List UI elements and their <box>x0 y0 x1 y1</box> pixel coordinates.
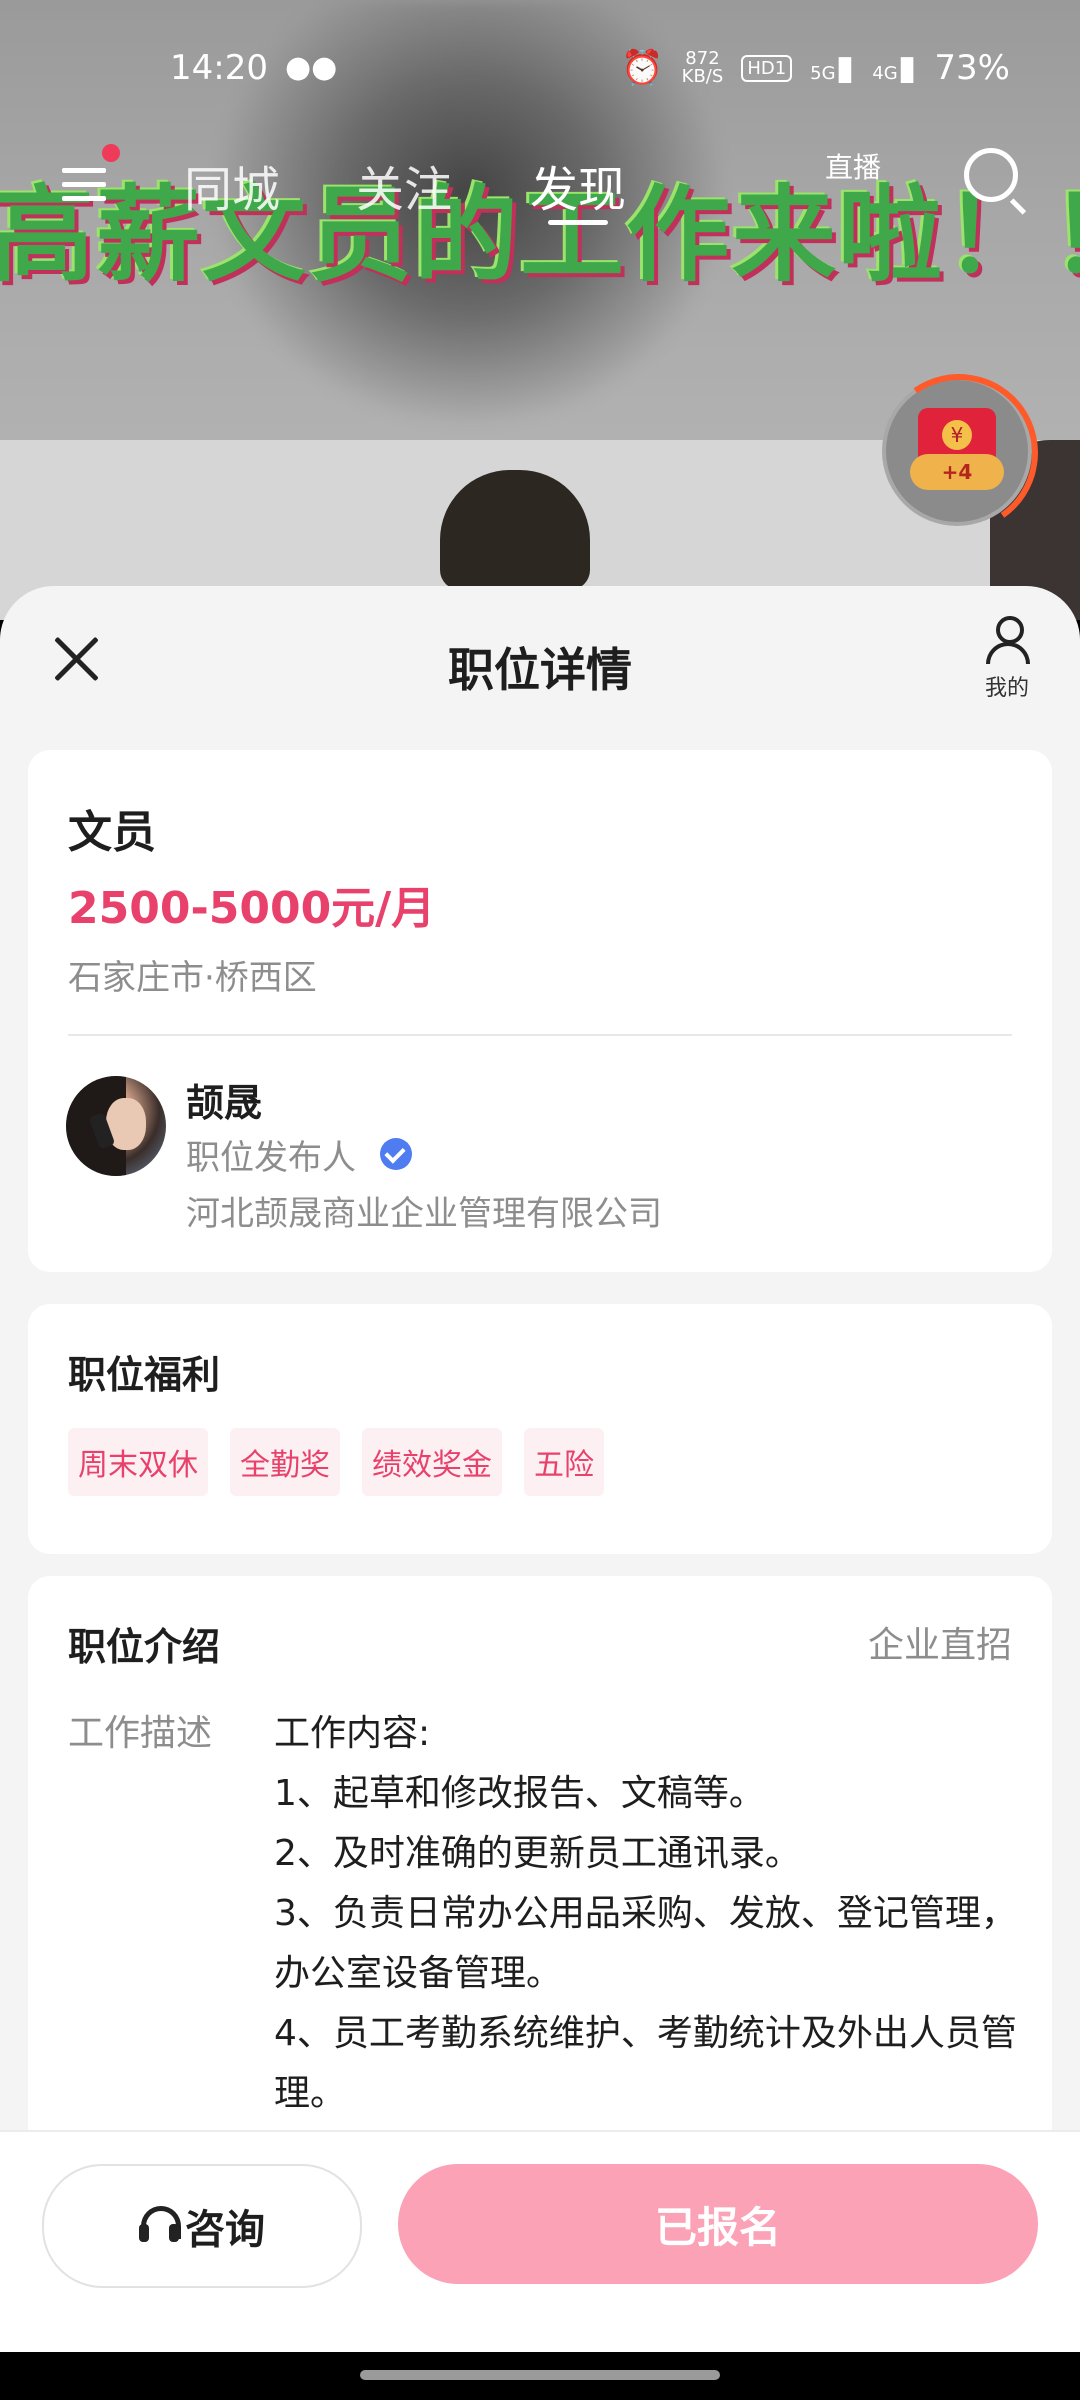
benefit-tag: 周末双休 <box>68 1428 208 1496</box>
mine-button[interactable]: 我的 <box>974 616 1040 702</box>
consult-button[interactable]: 咨询 <box>42 2164 362 2288</box>
status-icons: ⏰ 872 KB/S HD1 5G▮ 4G▮ 73% <box>621 48 1010 88</box>
mine-label: 我的 <box>984 676 1029 701</box>
headset-icon <box>139 2206 181 2246</box>
status-time: 14:20 <box>170 48 268 88</box>
net-speed-unit: KB/S <box>681 66 724 87</box>
avatar[interactable] <box>66 1076 166 1176</box>
applied-label: 已报名 <box>654 2202 781 2252</box>
verified-icon <box>380 1138 412 1170</box>
signal-icon-5g: 5G▮ <box>810 48 855 88</box>
status-bar: 14:20 ●● ⏰ 872 KB/S HD1 5G▮ 4G▮ 73% <box>0 40 1080 100</box>
job-description: 工作内容: 1、起草和修改报告、文稿等。 2、及时准确的更新员工通讯录。 3、负… <box>274 1704 1024 2124</box>
description-label: 工作描述 <box>68 1713 213 1754</box>
live-button[interactable]: 直播 <box>818 146 888 186</box>
job-location: 石家庄市·桥西区 <box>68 958 317 998</box>
intro-title: 职位介绍 <box>68 1625 221 1669</box>
recruiter-name[interactable]: 颉晟 <box>186 1072 262 1127</box>
benefit-tags: 周末双休 全勤奖 绩效奖金 五险 <box>68 1428 604 1496</box>
red-packet-badge: +4 <box>910 454 1004 490</box>
benefit-tag: 五险 <box>524 1428 604 1496</box>
hd-badge: HD1 <box>741 54 793 82</box>
notification-dot <box>102 144 120 162</box>
active-tab-indicator <box>548 220 608 225</box>
video-person <box>440 470 590 590</box>
home-indicator[interactable] <box>360 2370 720 2380</box>
battery-level: 73% <box>934 48 1010 88</box>
benefit-tag: 全勤奖 <box>230 1428 340 1496</box>
bottom-action-bar: 咨询 已报名 <box>0 2130 1080 2354</box>
consult-label: 咨询 <box>185 2207 265 2253</box>
menu-icon[interactable] <box>62 168 106 204</box>
divider <box>68 1034 1012 1036</box>
job-salary: 2500-5000元/月 <box>68 883 436 934</box>
benefits-card: 职位福利 周末双休 全勤奖 绩效奖金 五险 <box>28 1304 1052 1554</box>
recruiter-role: 职位发布人 <box>186 1138 356 1178</box>
search-icon[interactable] <box>964 148 1018 202</box>
job-summary-card: 文员 2500-5000元/月 石家庄市·桥西区 颉晟 职位发布人 河北颉晟商业… <box>28 750 1052 1272</box>
sheet-header: 职位详情 我的 <box>0 586 1080 736</box>
description-line: 4、员工考勤系统维护、考勤统计及外出人员管理。 <box>274 2013 1017 2114</box>
alarm-icon: ⏰ <box>621 48 664 88</box>
description-line: 工作内容: <box>274 1713 431 1754</box>
description-line: 2、及时准确的更新员工通讯录。 <box>274 1833 801 1874</box>
job-detail-sheet: 职位详情 我的 文员 2500-5000元/月 石家庄市·桥西区 颉晟 职位发布… <box>0 586 1080 2400</box>
job-title: 文员 <box>68 807 156 858</box>
sheet-title: 职位详情 <box>448 643 632 697</box>
applied-button[interactable]: 已报名 <box>398 2164 1038 2284</box>
top-nav: 同城 关注 发现 直播 <box>0 140 1080 225</box>
tab-following[interactable]: 关注 <box>356 150 452 220</box>
description-line: 1、起草和修改报告、文稿等。 <box>274 1773 765 1814</box>
signal-icon-4g: 4G▮ <box>872 48 917 88</box>
job-intro-card: 职位介绍 企业直招 工作描述 工作内容: 1、起草和修改报告、文稿等。 2、及时… <box>28 1576 1052 2196</box>
coin-icon: ¥ <box>942 420 972 450</box>
wechat-icon: ●● <box>285 50 338 85</box>
net-speed: 872 KB/S <box>682 50 724 86</box>
signal-4g-label: 4G <box>872 63 898 84</box>
live-label: 直播 <box>824 151 881 184</box>
benefit-tag: 绩效奖金 <box>362 1428 502 1496</box>
benefits-title: 职位福利 <box>68 1353 221 1397</box>
user-icon <box>982 616 1032 666</box>
description-line: 3、负责日常办公用品采购、发放、登记管理，办公室设备管理。 <box>274 1893 1017 1994</box>
signal-5g-label: 5G <box>810 63 836 84</box>
tab-discover[interactable]: 发现 <box>530 150 626 220</box>
tab-same-city[interactable]: 同城 <box>184 150 280 220</box>
red-packet-button[interactable]: ¥ +4 <box>867 361 1051 545</box>
hire-type: 企业直招 <box>867 1625 1012 1666</box>
company-name[interactable]: 河北颉晟商业企业管理有限公司 <box>186 1186 662 1235</box>
